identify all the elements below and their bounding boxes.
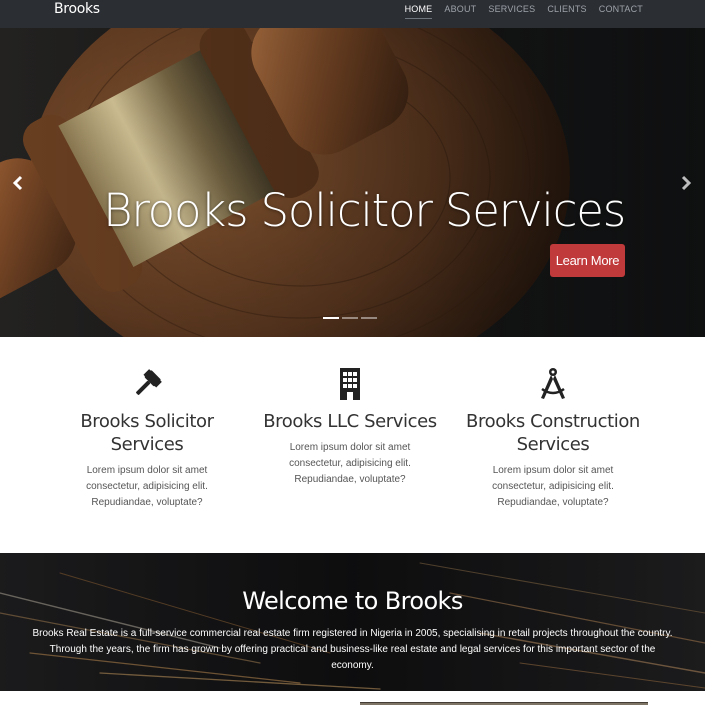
services-section: Brooks Solicitor Services Lorem ipsum do… [0, 337, 705, 553]
building-icon [340, 368, 360, 400]
nav-link-home[interactable]: HOME [399, 0, 439, 28]
hero-carousel: Brooks Solicitor Services Learn More [0, 28, 705, 337]
carousel-indicator-1[interactable] [323, 317, 339, 319]
welcome-section: Welcome to Brooks Brooks Real Estate is … [0, 553, 705, 691]
navbar: Brooks HOME ABOUT SERVICES CLIENTS CONTA… [0, 0, 705, 28]
nav-link-about[interactable]: ABOUT [438, 0, 482, 28]
compass-icon [541, 368, 565, 399]
service-card-llc: Brooks LLC Services Lorem ipsum dolor si… [255, 367, 445, 488]
nav-link-services[interactable]: SERVICES [482, 0, 541, 28]
service-title: Brooks LLC Services [263, 411, 437, 432]
carousel-indicator-2[interactable] [342, 317, 358, 319]
service-title: Brooks Solicitor Services [80, 411, 214, 455]
carousel-indicators [323, 317, 377, 319]
nav-link-contact[interactable]: CONTACT [593, 0, 649, 28]
chevron-right-icon [681, 175, 692, 191]
service-title: Brooks Construction Services [466, 411, 640, 455]
carousel-indicator-3[interactable] [361, 317, 377, 319]
hero-gavel-image [0, 28, 705, 337]
carousel-prev-button[interactable] [9, 173, 29, 193]
service-description: Lorem ipsum dolor sit amet consectetur, … [86, 465, 208, 508]
hero-title: Brooks Solicitor Services [103, 184, 626, 237]
brand-logo[interactable]: Brooks [54, 1, 100, 17]
chevron-left-icon [12, 175, 23, 191]
carousel-next-button[interactable] [675, 173, 695, 193]
welcome-title: Welcome to Brooks [242, 587, 463, 615]
service-card-solicitor: Brooks Solicitor Services Lorem ipsum do… [52, 367, 242, 511]
service-description: Lorem ipsum dolor sit amet consectetur, … [492, 465, 614, 508]
gavel-icon [136, 369, 162, 395]
welcome-text: Brooks Real Estate is a full-service com… [32, 628, 673, 671]
service-card-construction: Brooks Construction Services Lorem ipsum… [458, 367, 648, 511]
nav-links: HOME ABOUT SERVICES CLIENTS CONTACT [399, 0, 649, 28]
learn-more-button[interactable]: Learn More [550, 244, 625, 277]
nav-link-clients[interactable]: CLIENTS [541, 0, 592, 28]
service-description: Lorem ipsum dolor sit amet consectetur, … [289, 442, 411, 485]
